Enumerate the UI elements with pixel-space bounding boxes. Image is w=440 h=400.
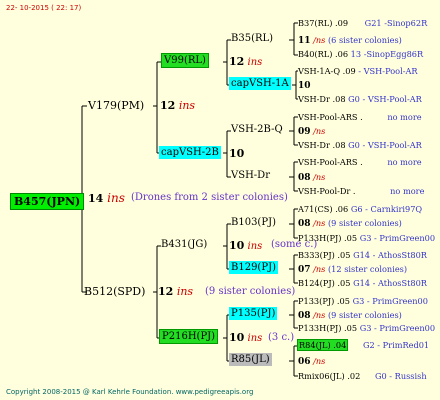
gen3-vsh2bq[interactable]: VSH-2B-Q (231, 125, 283, 135)
dam-b512-inbreeding: 12 ins (158, 285, 194, 298)
gen2-b431-inbreeding: 10 ins (229, 239, 263, 252)
gen4-row-p133h-1[interactable]: P133H(PJ) .05 G3 - PrimGreen00 (298, 234, 435, 242)
gen4-row-r84[interactable]: R84(JL) .04 G2 - PrimRed01 (297, 339, 429, 351)
gen4-row-rmix06[interactable]: Rmix06(JL) .02 G0 - Russish (298, 372, 427, 380)
gen3-b103-inbreeding: 08 /ns (9 sister colonies) (298, 218, 402, 229)
gen3-vsh2bq-inbreeding: 09 /ns (298, 126, 326, 137)
gen4-row-vshpooldr[interactable]: VSH-Pool-Dr . no more (298, 187, 424, 195)
gen2-p216h-note: (3 c.) (268, 332, 295, 343)
gen2-v99-inbreeding: 12 ins (229, 55, 263, 68)
gen3-vshdr[interactable]: VSH-Dr (231, 171, 270, 181)
sire-v179-inbreeding: 12 ins (160, 99, 196, 112)
gen4-row-b40[interactable]: B40(RL) .06 13 -SinopEgg86R (298, 50, 423, 58)
gen4-row-a71[interactable]: A71(CS) .06 G6 - Carnkiri97Q (298, 205, 422, 213)
gen3-r85[interactable]: R85(JL) (229, 353, 272, 366)
gen3-b129-inbreeding: 07 /ns (12 sister colonies) (298, 264, 408, 275)
gen4-row-vshpoolars-1[interactable]: VSH-Pool-ARS . no more (298, 113, 422, 121)
gen4-row-vshpoolars-2[interactable]: VSH-Pool-ARS . no more (298, 158, 422, 166)
gen4-row-p133h-2[interactable]: P133H(PJ) .05 G3 - PrimGreen00 (298, 324, 435, 332)
sire-v179[interactable]: V179(PM) (88, 100, 144, 111)
gen3-p135[interactable]: P135(PJ) (229, 307, 278, 320)
dam-b512-note: (9 sister colonies) (205, 286, 296, 297)
root-queen-label[interactable]: B457(JPN) (10, 193, 85, 210)
gen2-b431[interactable]: B431(JG) (161, 240, 207, 250)
gen4-row-p133[interactable]: P133(PJ) .05 G3 - PrimGreen00 (298, 297, 428, 305)
gen2-capvsh2b[interactable]: capVSH-2B (159, 146, 221, 159)
gen2-capvsh2b-inbreeding: 10 (229, 147, 245, 160)
root-queen[interactable]: B457(JPN) (10, 192, 85, 210)
gen4-row-b124[interactable]: B124(PJ) .05 G14 - AthosSt80R (298, 279, 427, 287)
gen2-p216h-inbreeding: 10 ins (229, 331, 263, 344)
gen4-row-b37[interactable]: B37(RL) .09 G21 -Sinop62R (298, 19, 427, 27)
pedigree-page: { "header": {"date": "22- 10-2015 ( 22: … (0, 0, 440, 400)
root-inbreeding: 14 ins (88, 191, 125, 205)
gen3-b129[interactable]: B129(PJ) (229, 261, 278, 274)
gen4-row-vshdr-1[interactable]: VSH-Dr .08 G0 - VSH-Pool-AR (298, 95, 422, 103)
root-drone-note: (Drones from 2 sister colonies) (131, 192, 288, 203)
gen3-capvsh1a[interactable]: capVSH-1A (229, 77, 291, 90)
gen3-b103[interactable]: B103(PJ) (231, 218, 276, 228)
gen4-row-vshdr-2[interactable]: VSH-Dr .08 G0 - VSH-Pool-AR (298, 141, 422, 149)
gen3-b35-inbreeding: 11 /ns (6 sister colonies) (298, 35, 402, 46)
gen3-capvsh1a-inbreeding: 10 (298, 81, 311, 91)
gen3-b35[interactable]: B35(RL) (231, 34, 273, 44)
copyright-footer: Copyright 2008-2015 @ Karl Kehrle Founda… (6, 388, 254, 396)
gen4-row-b333[interactable]: B333(PJ) .05 G14 - AthosSt80R (298, 251, 427, 259)
generation-date: 22- 10-2015 ( 22: 17) (6, 4, 82, 12)
gen3-r85-inbreeding: 06 /ns (298, 356, 326, 367)
dam-b512[interactable]: B512(SPD) (84, 286, 145, 297)
gen4-row-vsh1aq[interactable]: VSH-1A-Q .09 - VSH-Pool-AR (298, 67, 418, 75)
gen2-p216h[interactable]: P216H(PJ) (159, 329, 219, 344)
gen3-p135-inbreeding: 08 /ns (9 sister colonies) (298, 310, 402, 321)
gen3-vshdr-inbreeding: 08 /ns (298, 172, 326, 183)
gen2-v99[interactable]: V99(RL) (161, 53, 209, 68)
